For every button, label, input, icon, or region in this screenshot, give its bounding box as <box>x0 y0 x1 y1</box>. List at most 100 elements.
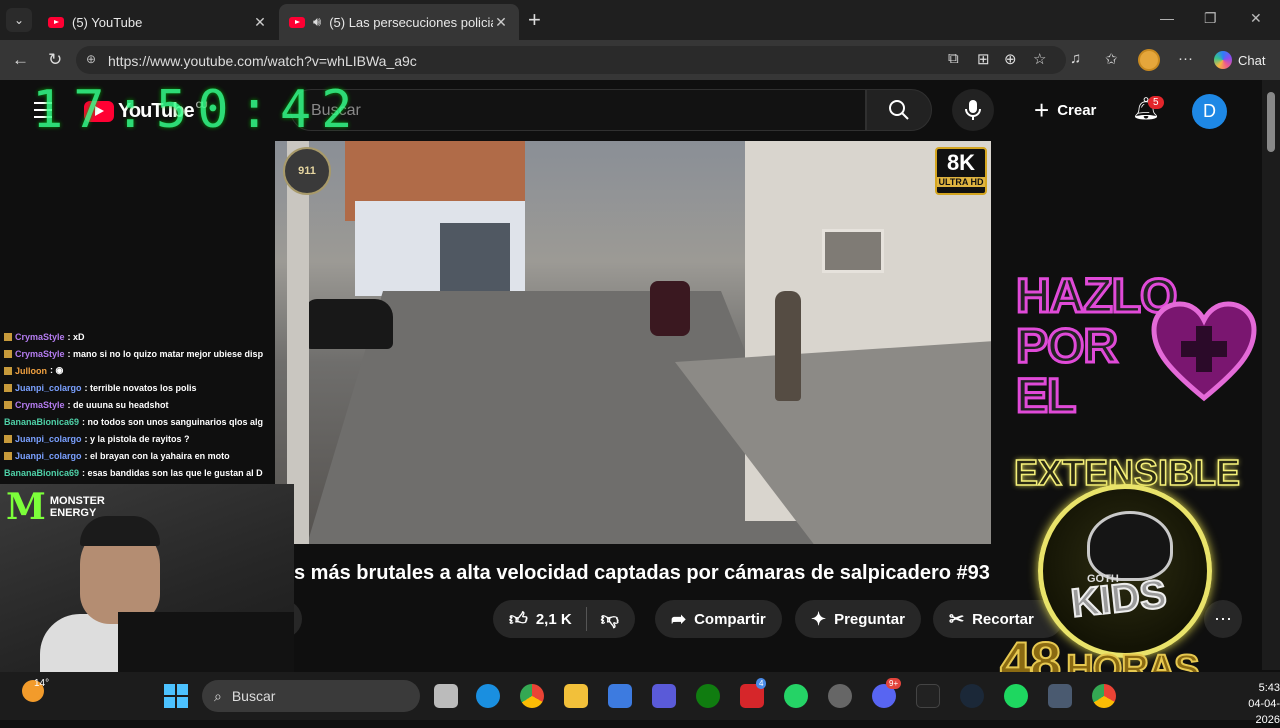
chat-text: : xD <box>67 331 85 342</box>
page-scrollbar[interactable] <box>1262 80 1280 670</box>
chat-message: Julloon: ◉ <box>0 362 265 379</box>
site-info-icon[interactable]: ⊕ <box>86 52 96 66</box>
chat-username: BananaBionica69 <box>4 416 80 427</box>
search-input[interactable]: Buscar <box>290 89 866 131</box>
chrome-icon[interactable] <box>520 684 544 708</box>
sparkle-icon: ✦ <box>811 608 827 629</box>
media-control-icon[interactable]: ♫ <box>1070 50 1081 67</box>
maximize-icon[interactable]: ❐ <box>1204 10 1217 27</box>
start-menu-windows-icon[interactable] <box>164 684 188 708</box>
chat-message: Juanpi_colargo: el brayan con la yahaira… <box>0 447 265 464</box>
chat-text: : el brayan con la yahaira en moto <box>84 450 230 461</box>
monster-text: MONSTER ENERGY <box>49 495 105 519</box>
scissors-icon: ✂ <box>949 608 965 629</box>
whatsapp-icon[interactable] <box>784 684 808 708</box>
thumbs-up-icon[interactable]: 👍︎ <box>509 608 528 630</box>
favorite-star-icon[interactable]: ☆ <box>1033 50 1046 68</box>
chat-badge-icon <box>4 349 12 358</box>
temperature: 14° <box>34 678 50 689</box>
reload-icon[interactable]: ↻ <box>48 50 62 70</box>
webcam-overlay: M MONSTER ENERGY <box>0 484 294 672</box>
address-bar[interactable]: ⊕ https://www.youtube.com/watch?v=whLIBW… <box>76 46 1066 74</box>
create-label: Crear <box>1057 101 1097 119</box>
weather-widget[interactable]: 14° <box>22 678 49 702</box>
browser-tab-strip: ⌄ (5) YouTube ✕ 🔊︎ (5) Las persecuciones… <box>0 0 1280 40</box>
more-actions-icon[interactable]: ⋯ <box>1204 600 1242 638</box>
8k-text: 8K <box>946 150 976 175</box>
close-window-icon[interactable]: ✕ <box>1250 10 1262 27</box>
scrollbar-thumb[interactable] <box>1267 92 1275 152</box>
clock-date: 04-04-2026 <box>1248 698 1280 726</box>
search-button[interactable] <box>866 89 932 131</box>
taskbar-search[interactable]: ⌕ Buscar <box>202 680 420 712</box>
more-options-icon[interactable]: ··· <box>1178 50 1193 67</box>
clock-time: 5:43 <box>1258 682 1280 694</box>
thumbs-down-icon[interactable]: 👎︎ <box>601 608 619 630</box>
spotify-icon[interactable] <box>1004 684 1028 708</box>
chat-username: Julloon <box>15 365 47 376</box>
chat-text: : esas bandidas son las que le gustan al… <box>82 467 263 478</box>
ask-button[interactable]: ✦ Preguntar <box>795 600 921 638</box>
tab-title: (5) Las persecuciones policiales <box>329 14 493 30</box>
like-dislike-group: 👍︎ 2,1 K 👎︎ <box>493 600 635 638</box>
ghost-mascot-icon <box>1087 511 1173 581</box>
chat-text: : mano si no lo quizo matar mejor ubiese… <box>67 348 264 359</box>
like-count[interactable]: 2,1 K <box>536 611 572 628</box>
copilot-chat-button[interactable]: Chat <box>1206 46 1273 74</box>
video-player[interactable]: 911 8K ULTRA HD <box>275 141 991 544</box>
zoom-icon[interactable]: ⊕ <box>1004 50 1017 68</box>
chrome-icon[interactable] <box>1092 684 1116 708</box>
police-seal-badge: 911 <box>283 147 331 195</box>
close-tab-icon[interactable]: ✕ <box>493 14 509 31</box>
account-avatar[interactable]: D <box>1192 94 1227 129</box>
minimize-icon[interactable]: — <box>1160 10 1174 26</box>
chat-username: Juanpi_colargo <box>15 450 82 461</box>
file-explorer-icon[interactable] <box>564 684 588 708</box>
app-circle-icon[interactable] <box>828 684 852 708</box>
clip-label: Recortar <box>972 610 1034 628</box>
divider <box>585 607 587 631</box>
chat-message: Juanpi_colargo: terrible novatos los pol… <box>0 379 265 396</box>
favorites-icon[interactable]: ✩ <box>1105 50 1118 68</box>
app-dark-icon[interactable] <box>916 684 940 708</box>
steam-icon[interactable] <box>960 684 984 708</box>
apps-icon[interactable]: ⊞ <box>977 50 990 68</box>
notifications-badge: 5 <box>1148 96 1164 109</box>
voice-search-button[interactable] <box>952 89 994 131</box>
plus-icon: + <box>1034 94 1050 125</box>
chat-username: Juanpi_colargo <box>15 433 82 444</box>
chat-badge-icon <box>4 366 12 375</box>
tab-actions-menu-button[interactable]: ⌄ <box>6 8 32 32</box>
chat-message: BananaBionica69: no todos son unos sangu… <box>0 413 265 430</box>
browser-toolbar: ← ↻ ⊕ https://www.youtube.com/watch?v=wh… <box>0 40 1280 80</box>
task-view-icon[interactable] <box>434 684 458 708</box>
tab-video-active[interactable]: 🔊︎ (5) Las persecuciones policiales ✕ <box>279 4 519 40</box>
video-scene <box>305 299 393 349</box>
create-button[interactable]: + Crear <box>1020 89 1110 131</box>
tab-youtube[interactable]: (5) YouTube ✕ <box>38 4 278 40</box>
share-label: Compartir <box>694 610 766 628</box>
speaker-icon[interactable]: 🔊︎ <box>313 14 321 30</box>
translate-icon[interactable]: ⧉ <box>948 50 959 67</box>
chat-username: BananaBionica69 <box>4 467 80 478</box>
share-icon: ➦ <box>671 608 687 629</box>
app-icon[interactable] <box>652 684 676 708</box>
xbox-icon[interactable] <box>696 684 720 708</box>
back-arrow-icon[interactable]: ← <box>12 50 29 70</box>
store-icon[interactable] <box>608 684 632 708</box>
url-text[interactable]: https://www.youtube.com/watch?v=whLIBWa_… <box>108 53 417 69</box>
profile-avatar[interactable] <box>1138 49 1160 71</box>
new-tab-button[interactable]: + <box>528 9 541 31</box>
app-settings-icon[interactable] <box>1048 684 1072 708</box>
ultrahd-text: ULTRA HD <box>937 177 985 187</box>
edge-icon[interactable] <box>476 684 500 708</box>
chat-badge-icon <box>4 400 12 409</box>
chat-badge-icon <box>4 434 12 443</box>
search-icon <box>889 100 909 120</box>
close-tab-icon[interactable]: ✕ <box>252 14 268 31</box>
kids-text: KIDS <box>1068 571 1170 627</box>
seal-text: 911 <box>298 165 316 177</box>
share-button[interactable]: ➦ Compartir <box>655 600 782 638</box>
video-scene <box>775 291 801 401</box>
system-clock[interactable]: 5:43 04-04-2026 <box>1226 680 1280 728</box>
